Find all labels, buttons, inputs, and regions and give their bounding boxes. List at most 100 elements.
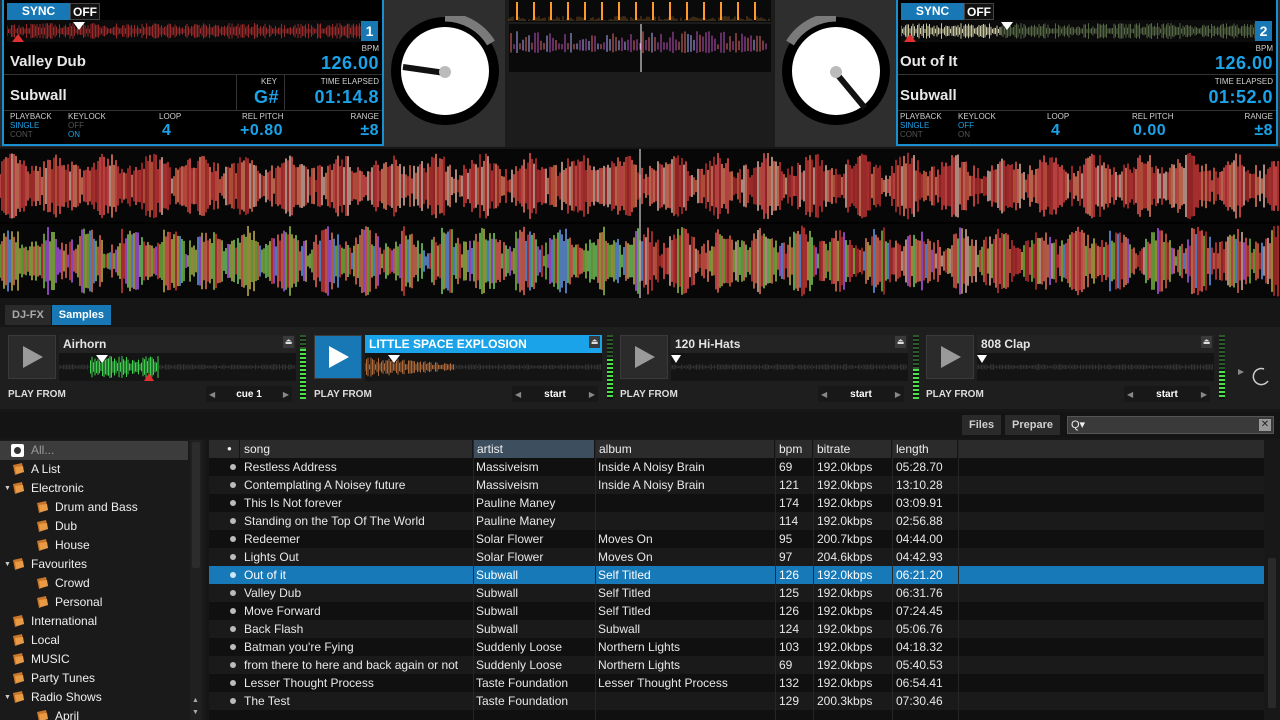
expand-arrow-icon[interactable]: ▼ [4, 688, 11, 707]
deck-right-sync-button[interactable]: SYNC [901, 3, 964, 20]
deck-left-keylock-on[interactable]: ON [68, 130, 80, 139]
sidebar-item[interactable]: MUSIC [0, 650, 188, 669]
table-row[interactable]: Lesser Thought Process Taste Foundation Le… [209, 674, 1264, 692]
sample-3-cue-selector[interactable]: ◀ start ▶ [818, 386, 904, 402]
sidebar-item[interactable]: Drum and Bass [0, 498, 188, 517]
sidebar-scrollbar[interactable]: ▲ ▼ [190, 440, 202, 720]
tab-samples[interactable]: Samples [51, 305, 112, 325]
sidebar-item[interactable]: Dub [0, 517, 188, 536]
waveform-canvas[interactable] [0, 149, 1280, 298]
sampler-options-icon[interactable] [1234, 363, 1274, 387]
deck-right-range-value[interactable]: ±8 [1254, 122, 1273, 140]
center-mini-waveforms[interactable] [505, 0, 775, 147]
deck-left-platter[interactable] [390, 16, 500, 126]
prev-arrow-icon[interactable]: ◀ [1127, 390, 1133, 399]
sample-4-play-button[interactable] [926, 335, 974, 379]
sidebar-item[interactable]: International [0, 612, 188, 631]
track-table-scrollbar[interactable] [1264, 440, 1280, 720]
prev-arrow-icon[interactable]: ◀ [821, 390, 827, 399]
table-row[interactable]: Standing on the Top Of The World Pauline … [209, 512, 1264, 530]
sample-2-waveform[interactable] [365, 353, 602, 381]
deck-right-platter[interactable] [781, 16, 891, 126]
table-row[interactable]: Out of it Subwall Self Titled 126 192.0kbps 0… [209, 566, 1264, 584]
deck-left-playback-single[interactable]: SINGLE [10, 121, 39, 130]
column-bitrate[interactable]: bitrate [813, 440, 892, 458]
sample-4-eject-icon[interactable]: ⏏ [1201, 336, 1212, 348]
deck-left-range-value[interactable]: ±8 [360, 122, 379, 140]
table-row[interactable]: Batman you're Fying Suddenly Loose Norther… [209, 638, 1264, 656]
table-row[interactable]: This Is Not forever Pauline Maney 174 192.0… [209, 494, 1264, 512]
deck-right-loop-value[interactable]: 4 [1051, 122, 1060, 140]
sample-1-cue-selector[interactable]: ◀ cue 1 ▶ [206, 386, 292, 402]
sample-2-play-button[interactable] [314, 335, 362, 379]
sample-4-cue-selector[interactable]: ◀ start ▶ [1124, 386, 1210, 402]
column-artist[interactable]: artist [473, 440, 595, 458]
prev-arrow-icon[interactable]: ◀ [209, 390, 215, 399]
sidebar-item[interactable]: A List [0, 460, 188, 479]
next-arrow-icon[interactable]: ▶ [895, 390, 901, 399]
deck-right-playback-cont[interactable]: CONT [900, 130, 923, 139]
expand-arrow-icon[interactable]: ▼ [4, 479, 11, 498]
table-row[interactable]: from there to here and back again or not… [209, 656, 1264, 674]
files-button[interactable]: Files [962, 415, 1002, 435]
table-row[interactable]: Back Flash Subwall Subwall 124 192.0kbps 05:0… [209, 620, 1264, 638]
column-length[interactable]: length [892, 440, 958, 458]
search-input[interactable]: Q▾ ✕ [1067, 416, 1274, 434]
sidebar-item[interactable]: ▼ Radio Shows [0, 688, 188, 707]
sidebar-item[interactable]: House [0, 536, 188, 555]
deck-left-playback-cont[interactable]: CONT [10, 130, 33, 139]
prepare-button[interactable]: Prepare [1005, 415, 1060, 435]
tab-dj-fx[interactable]: DJ-FX [5, 305, 51, 325]
clear-search-icon[interactable]: ✕ [1259, 419, 1271, 431]
sidebar-item[interactable]: ▼ Favourites [0, 555, 188, 574]
sidebar-item[interactable]: All... [0, 441, 188, 460]
table-row[interactable]: Move Forward Subwall Self Titled 126 192.0kb… [209, 602, 1264, 620]
next-arrow-icon[interactable]: ▶ [589, 390, 595, 399]
table-row[interactable]: Lights Out Solar Flower Moves On 97 204.6kbp… [209, 548, 1264, 566]
cell-bitrate: 192.0kbps [817, 478, 873, 492]
deck-left-overview-waveform[interactable] [7, 20, 364, 42]
sample-1-waveform[interactable] [59, 353, 296, 381]
deck-left-sync-button[interactable]: SYNC [7, 3, 70, 20]
scrolling-waveforms[interactable] [0, 149, 1280, 298]
deck-left-loop-value[interactable]: 4 [162, 122, 171, 140]
deck-right-keylock-off[interactable]: OFF [958, 121, 974, 130]
deck-right-overview-waveform[interactable] [901, 20, 1258, 42]
sidebar-item[interactable]: ▼ Electronic [0, 479, 188, 498]
sidebar-item[interactable]: Personal [0, 593, 188, 612]
deck-left-sync-off-button[interactable]: OFF [70, 3, 100, 20]
next-arrow-icon[interactable]: ▶ [283, 390, 289, 399]
sample-1-play-button[interactable] [8, 335, 56, 379]
sample-slot-2: LITTLE SPACE EXPLOSION ⏏ PLAY FROM ◀ sta… [312, 333, 604, 405]
column-marker[interactable]: ● [209, 440, 240, 458]
sidebar-item[interactable]: Party Tunes [0, 669, 188, 688]
sample-3-waveform[interactable] [671, 353, 908, 381]
sample-2-eject-icon[interactable]: ⏏ [589, 336, 600, 348]
search-icon[interactable]: Q▾ [1071, 417, 1085, 433]
deck-right-keylock-on[interactable]: ON [958, 130, 970, 139]
sidebar-item[interactable]: April [0, 707, 188, 720]
sample-1-eject-icon[interactable]: ⏏ [283, 336, 294, 348]
table-row[interactable]: Redeemer Solar Flower Moves On 95 200.7kbps 0… [209, 530, 1264, 548]
sample-2-cue-selector[interactable]: ◀ start ▶ [512, 386, 598, 402]
column-album[interactable]: album [595, 440, 775, 458]
expand-arrow-icon[interactable]: ▼ [4, 555, 11, 574]
prev-arrow-icon[interactable]: ◀ [515, 390, 521, 399]
play-icon [635, 346, 655, 368]
sidebar-item[interactable]: Local [0, 631, 188, 650]
sample-4-waveform[interactable] [977, 353, 1214, 381]
table-row[interactable]: The Test Taste Foundation 129 200.3kbps 07:3… [209, 692, 1264, 710]
next-arrow-icon[interactable]: ▶ [1201, 390, 1207, 399]
sample-3-eject-icon[interactable]: ⏏ [895, 336, 906, 348]
table-row[interactable]: Restless Address Massiveism Inside A Noisy… [209, 458, 1264, 476]
sample-3-play-button[interactable] [620, 335, 668, 379]
deck-right-sync-off-button[interactable]: OFF [964, 3, 994, 20]
sidebar-item[interactable]: Crowd [0, 574, 188, 593]
table-row[interactable]: Contemplating A Noisey future Massiveism I… [209, 476, 1264, 494]
deck-right-playback-single[interactable]: SINGLE [900, 121, 929, 130]
column-bpm[interactable]: bpm [775, 440, 813, 458]
deck-left-keylock-off[interactable]: OFF [68, 121, 84, 130]
table-row[interactable]: Valley Dub Subwall Self Titled 125 192.0kbps… [209, 584, 1264, 602]
column-song[interactable]: song [240, 440, 473, 458]
deck-left-key-value: G# [254, 87, 280, 107]
